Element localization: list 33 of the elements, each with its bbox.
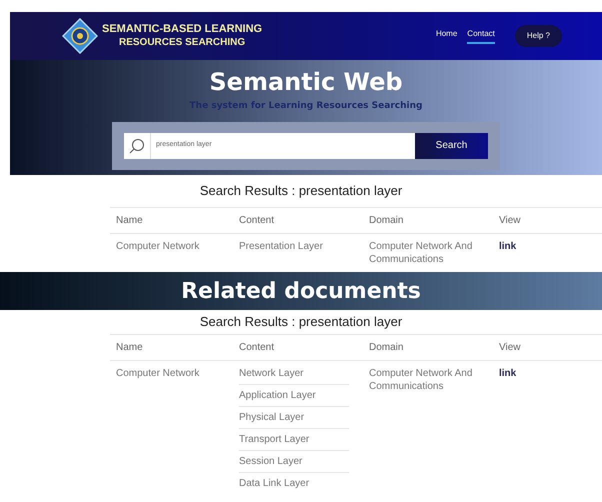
results-heading: Search Results : presentation layer (200, 314, 402, 330)
view-link[interactable]: link (499, 241, 516, 252)
column-header: View (499, 341, 522, 354)
table-cell-text: Computer Network And Communications (369, 367, 474, 393)
table-cell: Application Layer (239, 390, 316, 401)
nav-link[interactable]: Home (436, 28, 458, 44)
results-heading: Search Results : presentation layer (200, 183, 402, 199)
column-header: Domain (369, 341, 404, 354)
site-subtitle: RESOURCES SEARCHING (118, 36, 246, 50)
site-title: SEMANTIC-BASED LEARNING (102, 22, 262, 36)
view-link[interactable]: link (499, 368, 516, 379)
table-cell: Transport Layer (239, 434, 310, 445)
help-button[interactable]: Help ? (514, 25, 562, 47)
search-icon (129, 138, 145, 154)
column-header: Content (239, 341, 276, 354)
nav-link[interactable]: Contact (467, 28, 495, 44)
table-cell-text: Computer Network And Communications (369, 240, 474, 266)
search-button[interactable]: Search (415, 132, 488, 158)
table-cell: Physical Layer (239, 412, 304, 423)
table-cell: Data Link Layer (239, 478, 310, 489)
column-header: Content (239, 214, 276, 227)
logo-icon (62, 18, 98, 54)
hero-title: Semantic Web (209, 67, 403, 98)
column-header: View (499, 214, 522, 227)
table-cell: Network Layer (239, 368, 304, 379)
table-cell: Session Layer (239, 456, 302, 467)
column-header: Domain (369, 214, 404, 227)
column-header: Name (116, 214, 144, 227)
table-cell: Computer Network (116, 241, 200, 252)
table-cell: Computer Network (116, 368, 200, 379)
column-header: Name (116, 341, 144, 354)
table-cell: Presentation Layer (239, 241, 323, 252)
related-title: Related documents (181, 278, 421, 306)
